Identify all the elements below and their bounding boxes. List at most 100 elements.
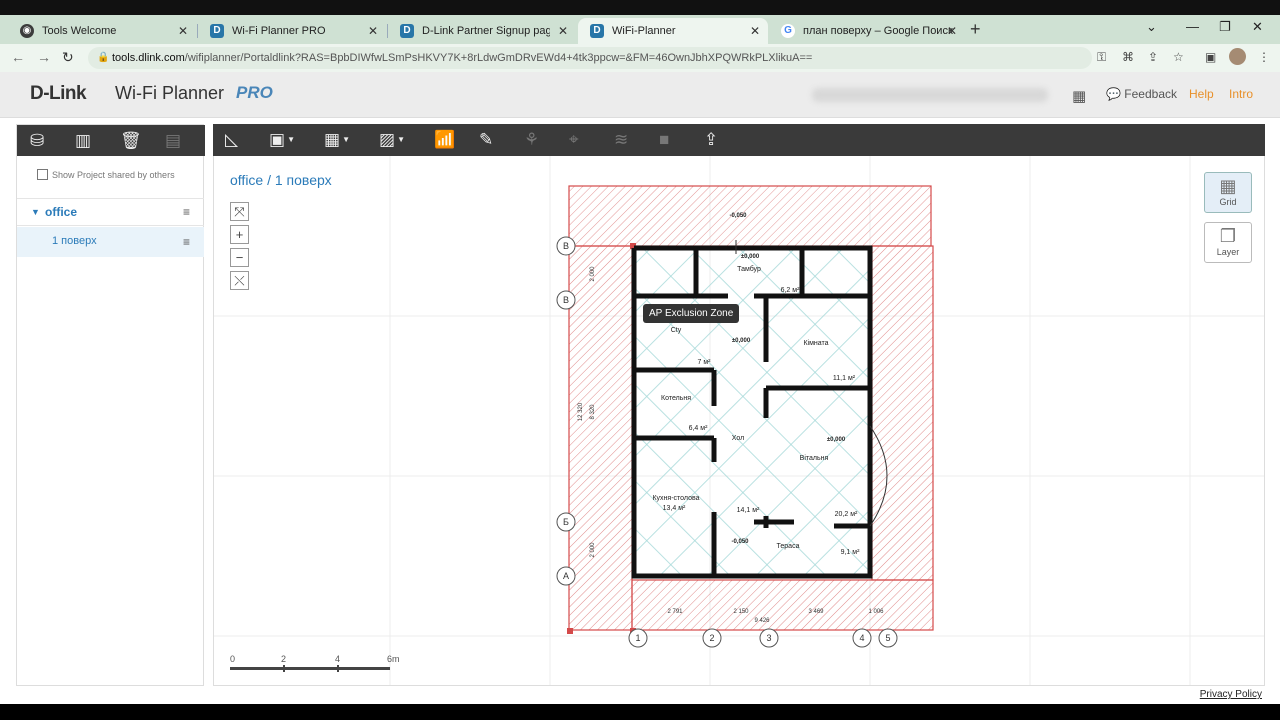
room-label: Тераса (777, 543, 800, 550)
svg-text:8 320: 8 320 (590, 404, 596, 420)
hamburger-menu-icon[interactable]: ≡ (183, 205, 190, 219)
ap-placement-icon[interactable]: ▣ ▼ (269, 130, 295, 150)
measure-tool-icon[interactable]: ◺ (225, 130, 238, 150)
room-area: 6,2 м² (781, 287, 800, 294)
room-area: 14,1 м² (737, 507, 760, 514)
room-label: Тамбур (737, 265, 761, 273)
window-close-icon[interactable]: ✕ (1252, 19, 1263, 35)
dlink-logo: D-Link (30, 83, 87, 104)
browser-chrome: ◉ Tools Welcome ✕ D Wi-Fi Planner PRO ✕ … (0, 0, 1280, 44)
main-toolbar: ◺ ▣ ▼ ▦ ▼ ▨ ▼ 📶 ✎ ⚘ ⌖ ≋ ■ ⇪ (213, 124, 1265, 156)
room-label: Кухня-столова (652, 495, 699, 502)
room-label: Сtу (671, 327, 682, 334)
target-icon[interactable]: ⌖ (569, 130, 579, 150)
dlink-favicon-icon: D (590, 24, 604, 38)
room-label: Хол (732, 435, 744, 442)
product-name: Wi-Fi Planner (115, 83, 225, 103)
close-icon[interactable]: ✕ (947, 18, 957, 44)
svg-text:В: В (563, 241, 569, 251)
tab-search-icon[interactable]: ⌄ (1146, 19, 1157, 35)
minimize-icon[interactable]: — (1186, 19, 1199, 34)
close-icon[interactable]: ✕ (750, 18, 760, 44)
browser-tab-partner-signup[interactable]: D D-Link Partner Signup page for F ✕ (388, 18, 576, 44)
checkbox-icon[interactable] (37, 169, 48, 180)
address-bar-row: ← → ↻ 🔒 tools.dlink.com/wifiplanner/Port… (0, 44, 1280, 72)
map-icon[interactable]: ▥ (75, 131, 91, 151)
share-icon[interactable]: ⇪ (1148, 50, 1158, 64)
restore-icon[interactable]: ❐ (1219, 19, 1231, 35)
scale-line (230, 667, 390, 670)
svg-text:9 426: 9 426 (754, 618, 770, 624)
svg-text:4: 4 (859, 633, 864, 643)
svg-text:-0,050: -0,050 (729, 213, 747, 219)
report-export-icon[interactable]: ⇪ (704, 130, 718, 150)
grid-toggle-button[interactable]: ▦ Grid (1204, 172, 1252, 213)
svg-text:1: 1 (635, 633, 640, 643)
browser-tab-wifi-planner-pro[interactable]: D Wi-Fi Planner PRO ✕ (198, 18, 386, 44)
svg-text:2 150: 2 150 (733, 609, 749, 615)
bookmark-star-icon[interactable]: ☆ (1173, 50, 1184, 64)
google-icon: G (781, 24, 795, 38)
intro-link[interactable]: Intro (1229, 87, 1253, 101)
forward-icon[interactable]: → (37, 49, 51, 65)
tooltip-ap-exclusion-zone: AP Exclusion Zone (643, 304, 740, 323)
add-project-icon[interactable]: ⛁ (30, 131, 44, 151)
channel-icon[interactable]: ⚘ (524, 130, 539, 150)
wall-tool-icon[interactable]: ▦ ▼ (324, 130, 350, 150)
feedback-link[interactable]: 💬 Feedback (1106, 87, 1177, 101)
side-panel-icon[interactable]: ▣ (1205, 50, 1216, 64)
signal-icon[interactable]: ≋ (614, 130, 628, 150)
browser-tab-wifi-planner[interactable]: D WiFi-Planner ✕ (578, 18, 768, 44)
browser-tab-google-search[interactable]: G план поверху – Google Поиск ✕ (769, 18, 965, 44)
project-item-office[interactable]: ▼ office ≡ (17, 198, 204, 226)
browser-menu-icon[interactable]: ⋮ (1258, 50, 1270, 64)
wifi-heatmap-icon[interactable]: 📶 (434, 130, 455, 150)
floor-plan-drawing: Тамбур 6,2 м² Сtу 7 м² Кімната 11,1 м² К… (556, 185, 934, 648)
close-icon[interactable]: ✕ (558, 18, 568, 44)
auto-place-icon[interactable]: ✎ (479, 130, 493, 150)
svg-text:2: 2 (709, 633, 714, 643)
trash-icon[interactable]: 🗑 (120, 131, 142, 151)
new-tab-button[interactable]: + (970, 19, 981, 40)
profile-avatar[interactable] (1229, 48, 1246, 65)
room-area: 11,1 м² (833, 375, 856, 382)
back-icon[interactable]: ← (11, 49, 25, 65)
zone-tool-icon[interactable]: ▨ ▼ (379, 130, 405, 150)
layer-toggle-button[interactable]: ❐ Layer (1204, 222, 1252, 263)
room-area: 7 м² (698, 359, 712, 366)
svg-text:А: А (563, 571, 569, 581)
svg-text:±0,000: ±0,000 (732, 338, 751, 344)
tab-strip: ◉ Tools Welcome ✕ D Wi-Fi Planner PRO ✕ … (0, 15, 1280, 44)
key-icon[interactable]: ⚿ (1097, 50, 1106, 65)
close-icon[interactable]: ✕ (368, 18, 378, 44)
floor-plan-canvas[interactable]: office / 1 поверх ⤧ + − ⤬ Тамбур 6,2 м² … (213, 156, 1265, 686)
pro-badge: PRO (236, 83, 273, 102)
svg-text:-0,050: -0,050 (731, 539, 749, 545)
svg-text:2 791: 2 791 (667, 609, 683, 615)
export-icon[interactable]: ▤ (165, 131, 181, 151)
reload-icon[interactable]: ↻ (62, 49, 74, 66)
help-link[interactable]: Help (1189, 87, 1214, 101)
app-header: D-Link Wi-Fi Planner PRO ▦ 💬 Feedback He… (0, 72, 1280, 118)
translate-icon[interactable]: ⌘ (1122, 50, 1134, 64)
url-field[interactable]: 🔒 tools.dlink.com/wifiplanner/Portaldlin… (88, 47, 1092, 69)
lock-icon: 🔒 (97, 52, 110, 63)
image-icon[interactable]: ■ (659, 130, 669, 150)
room-area: 20,2 м² (835, 511, 858, 518)
floor-item[interactable]: 1 поверх ≡ (17, 227, 204, 257)
grid-icon: ▦ (1219, 176, 1237, 196)
show-shared-checkbox[interactable]: Show Project shared by others (37, 169, 175, 180)
hamburger-menu-icon[interactable]: ≡ (183, 235, 190, 249)
layers-icon: ❐ (1219, 226, 1237, 246)
privacy-policy-link[interactable]: Privacy Policy (1200, 689, 1262, 700)
bottom-black-bar (0, 704, 1280, 720)
browser-tab-tools-welcome[interactable]: ◉ Tools Welcome ✕ (8, 18, 196, 44)
svg-text:Б: Б (563, 517, 569, 527)
project-sidebar: ⛁ ▥ 🗑 ▤ Show Project shared by others ▼ … (16, 124, 205, 686)
apps-grid-icon[interactable]: ▦ (1072, 87, 1086, 105)
expand-arrow-icon[interactable]: ▼ (31, 207, 40, 217)
close-icon[interactable]: ✕ (178, 18, 188, 44)
globe-icon: ◉ (20, 24, 34, 38)
room-area: 6,4 м² (689, 425, 708, 432)
room-label: Кімната (803, 339, 828, 347)
